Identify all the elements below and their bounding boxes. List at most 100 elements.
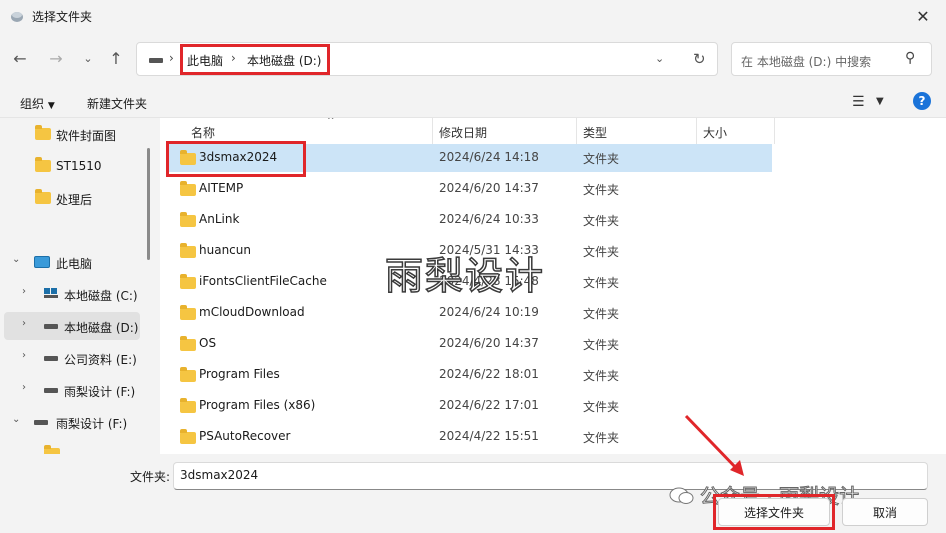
window-title: 选择文件夹 (32, 10, 93, 24)
drive-icon (44, 324, 58, 329)
search-placeholder: 在 本地磁盘 (D:) 中搜索 (741, 55, 872, 69)
file-modified: 2024/6/22 18:01 (439, 367, 539, 381)
folder-label: 文件夹: (130, 470, 171, 484)
file-modified: 2024/6/24 14:18 (439, 150, 539, 164)
chevron-right-icon: › (169, 51, 174, 65)
caret-down-icon: ▼ (47, 101, 55, 111)
file-type: 文件夹 (583, 214, 620, 228)
recent-locations-button[interactable]: ⌄ (76, 46, 100, 70)
file-type: 文件夹 (583, 276, 620, 290)
pc-icon (34, 256, 50, 268)
help-icon[interactable]: ? (913, 92, 931, 110)
arrow-left-icon: ← (13, 48, 27, 68)
annotation-highlight-box (713, 494, 835, 530)
nav-item-drive-e[interactable]: › 公司资料 (E:) (4, 344, 140, 372)
file-name: OS (199, 336, 217, 350)
refresh-icon[interactable]: ↻ (693, 50, 706, 68)
annotation-highlight-box (180, 44, 330, 75)
column-header-modified[interactable]: 修改日期 (433, 118, 577, 144)
wechat-icon (669, 487, 694, 504)
file-row[interactable]: mCloudDownload 2024/6/24 10:19 文件夹 (166, 299, 772, 327)
file-type: 文件夹 (583, 183, 620, 197)
watermark-text: 雨梨设计 (384, 253, 546, 299)
arrow-up-icon: ↑ (109, 48, 123, 68)
caret-down-icon[interactable]: ▼ (876, 96, 884, 107)
folder-icon (180, 243, 196, 258)
up-button[interactable]: ↑ (104, 46, 128, 70)
file-name: AITEMP (199, 181, 244, 195)
organize-button[interactable]: 组织 ▼ (20, 95, 55, 112)
nav-item-drive-c[interactable]: › 本地磁盘 (C:) (4, 280, 140, 308)
chevron-down-icon[interactable]: ⌄ (12, 414, 20, 425)
file-modified: 2024/6/22 17:01 (439, 398, 539, 412)
nav-item-label: 本地磁盘 (C:) (64, 289, 138, 303)
nav-item-label: 公司资料 (E:) (64, 353, 137, 367)
column-label: 类型 (583, 126, 608, 140)
navigation-pane: 软件封面图 ST1510 处理后 ⌄ 此电脑 › 本地磁盘 (C:) › 本地磁… (0, 118, 160, 454)
sort-caret-icon: ^ (327, 118, 335, 126)
chevron-right-icon[interactable]: › (22, 382, 26, 393)
nav-item-this-pc[interactable]: ⌄ 此电脑 (4, 248, 140, 276)
file-name: huancun (199, 243, 251, 257)
nav-item-drive-f-root[interactable]: ⌄ 雨梨设计 (F:) (4, 408, 140, 436)
file-type: 文件夹 (583, 307, 620, 321)
navigation-bar: ← → ⌄ ↑ › 此电脑 › 本地磁盘 (D:) ⌄ ↻ 在 本地磁盘 (D:… (0, 34, 946, 84)
file-type: 文件夹 (583, 369, 620, 383)
nav-scrollbar[interactable] (147, 148, 150, 260)
file-name: PSAutoRecover (199, 429, 291, 443)
file-row[interactable]: Program Files 2024/6/22 18:01 文件夹 (166, 361, 772, 389)
arrow-right-icon: → (49, 48, 63, 68)
title-bar: 选择文件夹 ✕ (0, 0, 946, 32)
nav-item-label: ST1510 (56, 159, 102, 173)
file-modified: 2024/6/20 14:37 (439, 181, 539, 195)
column-label: 大小 (703, 126, 728, 140)
search-input[interactable]: 在 本地磁盘 (D:) 中搜索 ⚲ (731, 42, 932, 76)
chevron-down-icon[interactable]: ⌄ (12, 254, 20, 265)
windows-drive-icon (44, 288, 58, 298)
file-name: Program Files (x86) (199, 398, 316, 412)
nav-item-software-covers[interactable]: 软件封面图 (4, 120, 140, 148)
column-header-type[interactable]: 类型 (577, 118, 697, 144)
forward-button[interactable]: → (44, 46, 68, 70)
folder-icon (35, 157, 51, 172)
folder-icon (180, 181, 196, 196)
file-row[interactable]: OS 2024/6/20 14:37 文件夹 (166, 330, 772, 358)
nav-item-drive-d[interactable]: › 本地磁盘 (D:) (4, 312, 140, 340)
file-type: 文件夹 (583, 245, 620, 259)
chevron-down-icon: ⌄ (83, 51, 93, 65)
nav-item-label: 雨梨设计 (F:) (56, 417, 128, 431)
chevron-down-icon[interactable]: ⌄ (655, 52, 664, 65)
nav-item-label: 处理后 (56, 193, 93, 207)
file-row[interactable]: AnLink 2024/6/24 10:33 文件夹 (166, 206, 772, 234)
chevron-right-icon[interactable]: › (22, 318, 26, 329)
command-toolbar: 组织 ▼ 新建文件夹 ☰ ▼ ? (0, 88, 946, 118)
column-header-size[interactable]: 大小 (697, 118, 775, 144)
file-type: 文件夹 (583, 152, 620, 166)
view-options-icon[interactable]: ☰ (852, 94, 865, 110)
drive-icon (44, 388, 58, 393)
nav-item-st1510[interactable]: ST1510 (4, 152, 140, 180)
file-row[interactable]: AITEMP 2024/6/20 14:37 文件夹 (166, 175, 772, 203)
cancel-button[interactable]: 取消 (842, 498, 928, 526)
folder-icon (180, 429, 196, 444)
file-modified: 2024/6/20 14:37 (439, 336, 539, 350)
search-icon[interactable]: ⚲ (905, 50, 915, 66)
chevron-right-icon[interactable]: › (22, 350, 26, 361)
file-type: 文件夹 (583, 400, 620, 414)
new-folder-button[interactable]: 新建文件夹 (87, 95, 147, 112)
chevron-right-icon[interactable]: › (22, 286, 26, 297)
app-icon (11, 12, 23, 22)
nav-item-drive-f[interactable]: › 雨梨设计 (F:) (4, 376, 140, 404)
folder-icon (180, 367, 196, 382)
close-button[interactable]: ✕ (900, 0, 946, 32)
column-label: 名称 (191, 126, 216, 140)
address-bar[interactable]: › 此电脑 › 本地磁盘 (D:) ⌄ ↻ (136, 42, 718, 76)
folder-icon (180, 212, 196, 227)
file-list: ^ 名称 修改日期 类型 大小 3dsmax2024 2024/6/24 14:… (160, 118, 946, 454)
nav-item-processed[interactable]: 处理后 (4, 184, 140, 212)
column-label: 修改日期 (439, 126, 488, 140)
organize-label: 组织 (20, 97, 45, 111)
nav-item-label: 本地磁盘 (D:) (64, 321, 139, 335)
file-name: Program Files (199, 367, 280, 381)
back-button[interactable]: ← (8, 46, 32, 70)
